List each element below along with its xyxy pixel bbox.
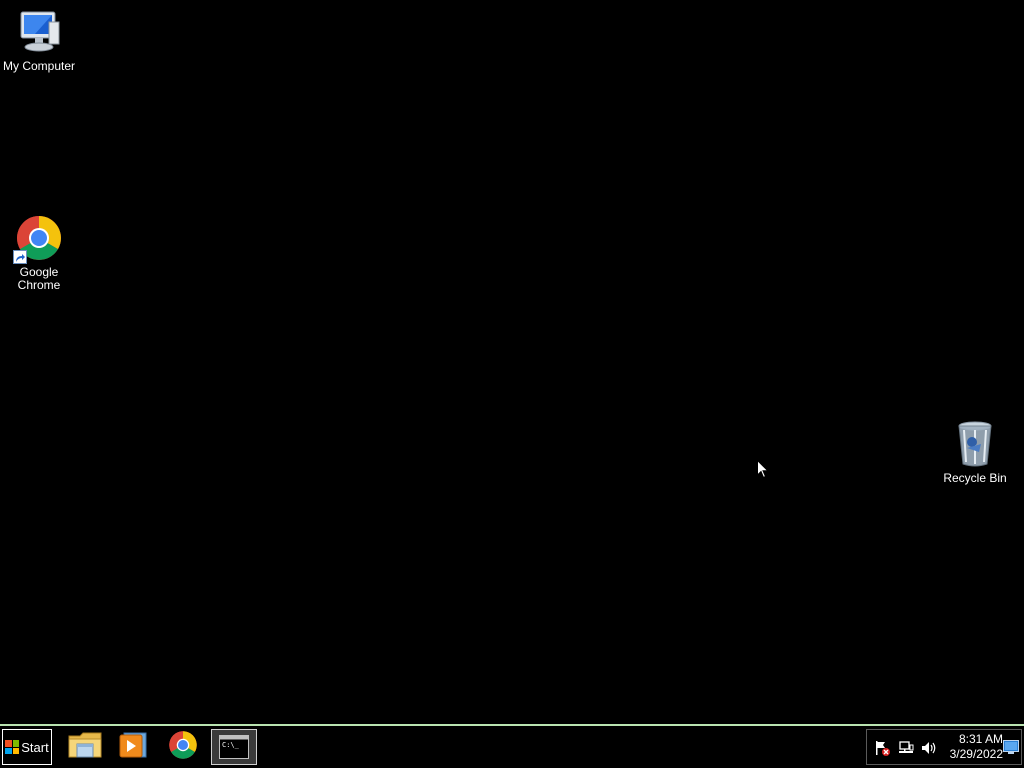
volume-icon[interactable] [921,740,937,756]
desktop-icon-label: Recycle Bin [943,471,1007,485]
desktop-icon-google-chrome[interactable]: Google Chrome [0,214,78,292]
taskbar-button-explorer[interactable] [62,729,108,765]
show-desktop-icon[interactable] [1003,740,1019,754]
taskbar-button-command-prompt[interactable]: C:\_ [211,729,257,765]
cmd-icon: C:\_ [219,735,249,759]
folder-icon [68,730,102,765]
desktop-icon-label: Google Chrome [17,265,61,292]
desktop-icon-recycle-bin[interactable]: Recycle Bin [936,420,1014,485]
shortcut-arrow-icon [13,250,27,264]
clock-date: 3/29/2022 [949,747,1003,761]
network-icon[interactable] [898,740,914,756]
cmd-icon-text: C:\_ [222,741,239,749]
taskbar: Start C:\_ 8:31 AM 3/29/2022 [0,724,1024,768]
system-clock[interactable]: 8:31 AM 3/29/2022 [945,732,1003,762]
windows-logo-icon [5,740,20,754]
desktop-icon-label: My Computer [2,59,76,73]
start-label: Start [21,739,49,755]
desktop-icon-my-computer[interactable]: My Computer [0,8,78,73]
media-player-icon [118,730,148,765]
taskbar-button-media-player[interactable] [110,729,156,765]
chrome-icon [168,730,198,765]
clock-time: 8:31 AM [958,732,1003,746]
taskbar-button-chrome[interactable] [160,729,206,765]
start-button[interactable]: Start [2,729,52,765]
computer-icon [15,8,63,56]
notification-area: 8:31 AM 3/29/2022 [866,729,1022,765]
desktop: My Computer Google Chrome Recycle Bin [0,0,1024,725]
action-center-flag-icon[interactable] [874,740,890,756]
recycle-bin-icon [951,420,999,468]
mouse-pointer-icon [757,459,770,479]
chrome-icon [13,214,63,264]
